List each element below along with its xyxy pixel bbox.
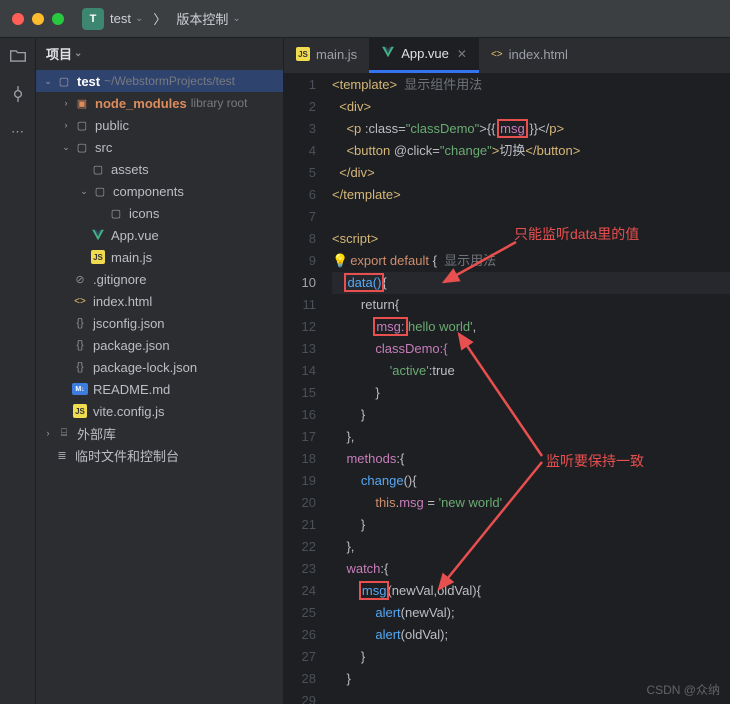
tree-file-package[interactable]: {}package.json [36,334,283,356]
tree-file-gitignore[interactable]: ⊘.gitignore [36,268,283,290]
bulb-icon[interactable]: 💡 [332,253,348,268]
minimize-window-icon[interactable] [32,13,44,25]
line-gutter: 1234567891011121314151617181920212223242… [284,74,326,704]
vcs-menu[interactable]: 版本控制 [176,9,228,28]
panel-title[interactable]: 项目⌄ [36,38,283,68]
tree-file-index-html[interactable]: <>index.html [36,290,283,312]
tree-external[interactable]: ›⌸外部库 [36,422,283,444]
titlebar: T test⌄ 〉 版本控制⌄ [0,0,730,38]
editor-area: JSmain.js App.vue✕ <>index.html 12345678… [284,38,730,704]
window-controls[interactable] [12,13,64,25]
tree-file-jsconfig[interactable]: {}jsconfig.json [36,312,283,334]
close-window-icon[interactable] [12,13,24,25]
commit-tool-icon[interactable] [8,84,28,104]
tree-file-readme[interactable]: M↓README.md [36,378,283,400]
tree-file-app-vue[interactable]: App.vue [36,224,283,246]
code-editor[interactable]: 1234567891011121314151617181920212223242… [284,74,730,704]
editor-tabs: JSmain.js App.vue✕ <>index.html [284,38,730,74]
watermark: CSDN @众纳 [646,681,720,698]
project-tool-icon[interactable] [8,46,28,66]
project-name[interactable]: test [110,11,131,26]
project-badge[interactable]: T [82,8,104,30]
tab-main-js[interactable]: JSmain.js [284,37,369,73]
tree-file-main-js[interactable]: JSmain.js [36,246,283,268]
tool-window-bar: ⋯ [0,38,36,704]
maximize-window-icon[interactable] [52,13,64,25]
tree-folder-public[interactable]: ›▢public [36,114,283,136]
file-tree: ⌄▢test~/WebstormProjects/test ›▣node_mod… [36,68,283,704]
tree-file-package-lock[interactable]: {}package-lock.json [36,356,283,378]
tree-scratch[interactable]: ≣临时文件和控制台 [36,444,283,466]
tree-folder-icons[interactable]: ▢icons [36,202,283,224]
chevron-down-icon[interactable]: ⌄ [135,13,143,24]
more-tool-icon[interactable]: ⋯ [8,122,28,142]
tree-folder-node-modules[interactable]: ›▣node_moduleslibrary root [36,92,283,114]
project-panel: 项目⌄ ⌄▢test~/WebstormProjects/test ›▣node… [36,38,284,704]
tab-app-vue[interactable]: App.vue✕ [369,37,479,73]
close-icon[interactable]: ✕ [457,47,467,61]
chevron-down-icon[interactable]: ⌄ [232,13,240,24]
tree-folder-src[interactable]: ⌄▢src [36,136,283,158]
tree-file-vite[interactable]: JSvite.config.js [36,400,283,422]
tab-index-html[interactable]: <>index.html [479,37,580,73]
tree-root[interactable]: ⌄▢test~/WebstormProjects/test [36,70,283,92]
code-lines[interactable]: <template> 显示组件用法 <div> <p :class="class… [326,74,730,704]
tree-folder-components[interactable]: ⌄▢components [36,180,283,202]
tree-folder-assets[interactable]: ▢assets [36,158,283,180]
